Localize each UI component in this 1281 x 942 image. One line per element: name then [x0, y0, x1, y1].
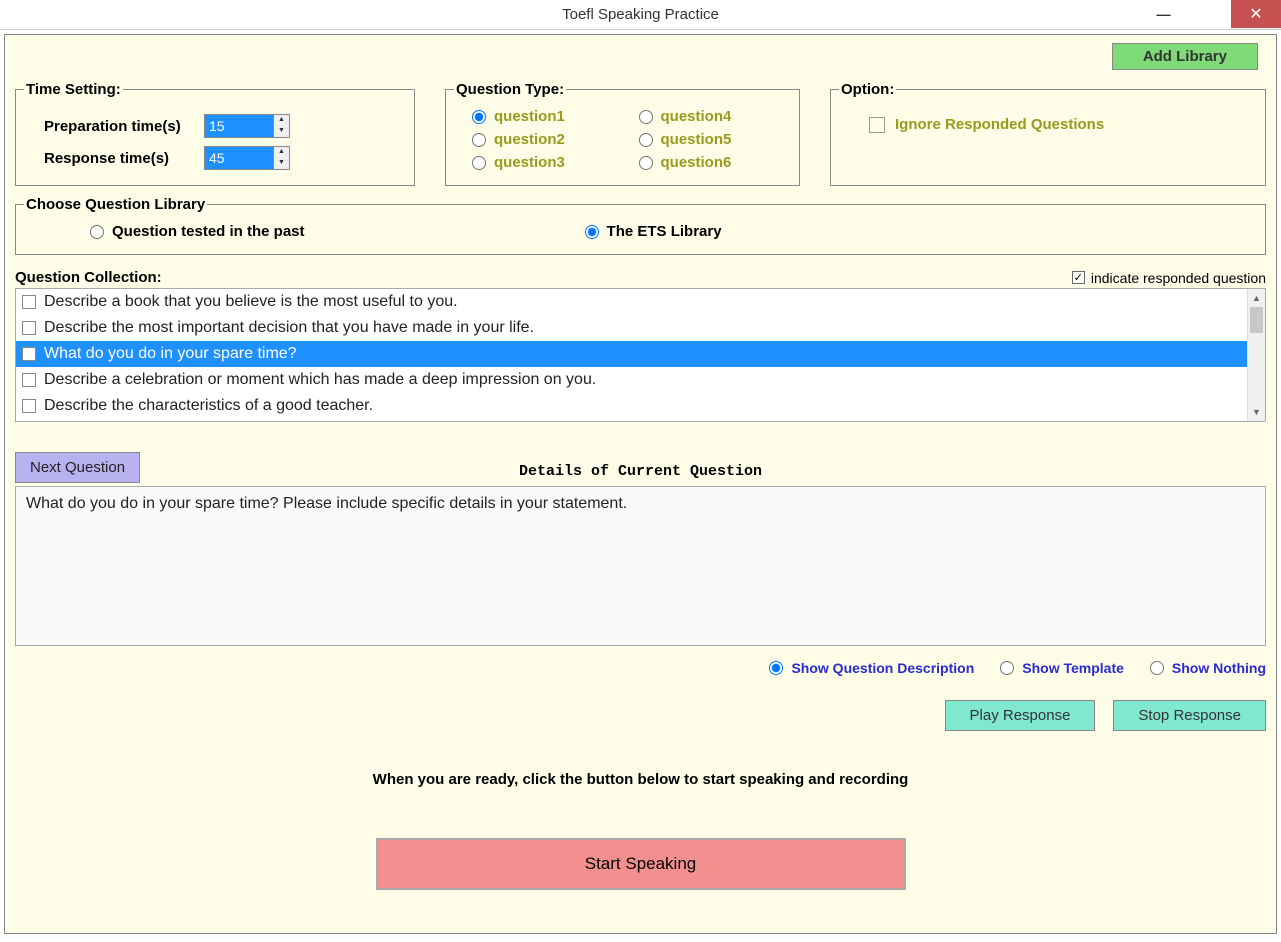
list-item-checkbox[interactable] [22, 399, 36, 413]
show-description-label: Show Question Description [791, 660, 974, 676]
library-ets-radio[interactable] [585, 225, 599, 239]
list-item-checkbox[interactable] [22, 347, 36, 361]
question-type-radio[interactable] [472, 133, 486, 147]
prep-time-spinner[interactable]: ▲▼ [204, 114, 290, 138]
list-item-text: Describe a celebration or moment which h… [44, 371, 596, 389]
library-ets-label: The ETS Library [607, 223, 722, 240]
library-past-label: Question tested in the past [112, 223, 305, 240]
prep-time-input[interactable] [204, 114, 274, 138]
question-type-option[interactable]: question3 [472, 154, 619, 171]
library-legend: Choose Question Library [24, 196, 207, 213]
list-item-checkbox[interactable] [22, 321, 36, 335]
play-response-button[interactable]: Play Response [945, 700, 1096, 731]
list-item-checkbox[interactable] [22, 373, 36, 387]
next-question-button[interactable]: Next Question [15, 452, 140, 483]
question-type-radio[interactable] [472, 110, 486, 124]
show-nothing-label: Show Nothing [1172, 660, 1266, 676]
question-type-radio[interactable] [639, 133, 653, 147]
indicate-responded-checkbox[interactable]: ✓ [1072, 271, 1085, 284]
prep-time-arrows[interactable]: ▲▼ [274, 114, 290, 138]
question-type-label: question6 [661, 154, 732, 171]
resp-time-label: Response time(s) [44, 150, 204, 167]
list-item[interactable]: Describe the characteristics of a good t… [16, 393, 1265, 419]
ignore-responded-label: Ignore Responded Questions [895, 116, 1104, 133]
question-type-label: question4 [661, 108, 732, 125]
library-past-radio[interactable] [90, 225, 104, 239]
show-description-radio[interactable] [769, 661, 783, 675]
list-item[interactable]: Describe the most important decision tha… [16, 315, 1265, 341]
show-template-radio[interactable] [1000, 661, 1014, 675]
library-past-option[interactable]: Question tested in the past [90, 223, 305, 240]
question-type-legend: Question Type: [454, 81, 566, 98]
details-title: Details of Current Question [15, 463, 1266, 480]
question-type-label: question3 [494, 154, 565, 171]
question-type-option[interactable]: question2 [472, 131, 619, 148]
details-box: What do you do in your spare time? Pleas… [15, 486, 1266, 646]
list-item-checkbox[interactable] [22, 295, 36, 309]
ready-instruction: When you are ready, click the button bel… [15, 771, 1266, 788]
start-speaking-button[interactable]: Start Speaking [376, 838, 906, 890]
list-item[interactable]: Describe a celebration or moment which h… [16, 367, 1265, 393]
question-type-option[interactable]: question5 [639, 131, 786, 148]
app-body: Add Library Time Setting: Preparation ti… [4, 34, 1277, 934]
option-panel: Option: Ignore Responded Questions [830, 81, 1266, 186]
minimize-button[interactable]: — [1141, 0, 1186, 28]
scroll-down-icon[interactable]: ▼ [1248, 403, 1265, 421]
question-type-option[interactable]: question4 [639, 108, 786, 125]
show-nothing-option[interactable]: Show Nothing [1150, 660, 1266, 676]
time-setting-panel: Time Setting: Preparation time(s) ▲▼ Res… [15, 81, 415, 186]
scrollbar[interactable]: ▲ ▼ [1247, 289, 1265, 421]
show-nothing-radio[interactable] [1150, 661, 1164, 675]
time-setting-legend: Time Setting: [24, 81, 123, 98]
close-button[interactable]: ✕ [1231, 0, 1281, 28]
window-controls: — ✕ [1141, 0, 1281, 28]
question-type-label: question5 [661, 131, 732, 148]
indicate-responded-option[interactable]: ✓ indicate responded question [1072, 270, 1266, 286]
prep-time-label: Preparation time(s) [44, 118, 204, 135]
resp-time-input[interactable] [204, 146, 274, 170]
indicate-responded-label: indicate responded question [1091, 270, 1266, 286]
library-panel: Choose Question Library Question tested … [15, 196, 1266, 255]
add-library-button[interactable]: Add Library [1112, 43, 1258, 70]
show-template-label: Show Template [1022, 660, 1124, 676]
question-type-radio[interactable] [639, 156, 653, 170]
show-description-option[interactable]: Show Question Description [769, 660, 974, 676]
show-template-option[interactable]: Show Template [1000, 660, 1124, 676]
maximize-button[interactable] [1186, 0, 1231, 28]
list-item-text: Describe the most important decision tha… [44, 319, 534, 337]
list-item-text: Describe the characteristics of a good t… [44, 397, 373, 415]
library-ets-option[interactable]: The ETS Library [585, 223, 722, 240]
question-type-option[interactable]: question1 [472, 108, 619, 125]
question-type-label: question2 [494, 131, 565, 148]
list-item[interactable]: What do you do in your spare time? [16, 341, 1265, 367]
titlebar: Toefl Speaking Practice — ✕ [0, 0, 1281, 30]
list-item-text: What do you do in your spare time? [44, 345, 297, 363]
resp-time-arrows[interactable]: ▲▼ [274, 146, 290, 170]
window-title: Toefl Speaking Practice [0, 6, 1281, 23]
list-item[interactable]: Describe a book that you believe is the … [16, 289, 1265, 315]
scroll-up-icon[interactable]: ▲ [1248, 289, 1265, 307]
list-item-text: Describe a book that you believe is the … [44, 293, 458, 311]
resp-time-spinner[interactable]: ▲▼ [204, 146, 290, 170]
collection-title: Question Collection: [15, 269, 162, 286]
question-type-option[interactable]: question6 [639, 154, 786, 171]
question-type-radio[interactable] [472, 156, 486, 170]
option-legend: Option: [839, 81, 896, 98]
question-type-panel: Question Type: question1 question4 questio… [445, 81, 800, 186]
question-listbox[interactable]: Describe a book that you believe is the … [15, 288, 1266, 422]
ignore-responded-checkbox[interactable] [869, 117, 885, 133]
question-type-radio[interactable] [639, 110, 653, 124]
scroll-thumb[interactable] [1250, 307, 1263, 333]
stop-response-button[interactable]: Stop Response [1113, 700, 1266, 731]
question-type-label: question1 [494, 108, 565, 125]
